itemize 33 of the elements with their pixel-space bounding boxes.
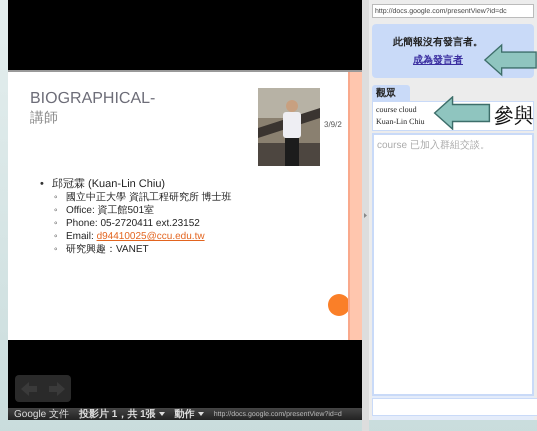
viewer-name: Kuan-Lin Chiu [376, 116, 425, 128]
caret-icon [158, 412, 165, 416]
bullet-marker: • [40, 178, 45, 191]
arrow-icon [433, 96, 491, 130]
chat-message: course 已加入群組交談。 [377, 138, 491, 152]
brand-label: Google 文件 [14, 408, 70, 420]
bullet-text: 國立中正大學 資訊工程研究所 博士班 [66, 192, 232, 203]
bullet-text: Office: 資工館501室 [66, 205, 154, 216]
presenter-link[interactable]: 成為發言者 [413, 53, 463, 67]
notice-message: 此簡報沒有發言者。 [393, 35, 483, 49]
slide-subtitle: 講師 [30, 108, 58, 126]
slide-title: BIOGRAPHICAL- [30, 90, 156, 108]
slide-nav-control[interactable] [15, 375, 71, 402]
bullet-marker: ◦ [54, 230, 59, 243]
slide-date: 3/9/2 [324, 120, 342, 129]
bullet-marker: ◦ [54, 243, 59, 256]
viewers-tab[interactable]: 觀眾 [372, 85, 410, 101]
viewer-name: course cloud [376, 104, 417, 116]
bullet-marker: ◦ [54, 191, 59, 204]
slide-menu[interactable]: 投影片 1，共 1張 [79, 408, 165, 420]
collapse-icon[interactable] [364, 213, 367, 218]
actions-menu[interactable]: 動作 [174, 408, 204, 420]
annotation-label: 參與 [494, 104, 534, 129]
bullet-marker: ◦ [54, 204, 59, 217]
chat-input[interactable] [372, 398, 537, 416]
bullet-text: Email: [66, 231, 95, 242]
pointer-dot [328, 294, 350, 316]
arrow-icon [484, 43, 537, 77]
bullet-marker: ◦ [54, 217, 59, 230]
bullet-text: 研究興趣：VANET [66, 244, 149, 255]
bullet-text: 邱冠霖 (Kuan-Lin Chiu) [52, 178, 166, 190]
caret-icon [198, 412, 204, 416]
bullet-text: Phone: 05-2720411 ext.23152 [66, 218, 200, 229]
